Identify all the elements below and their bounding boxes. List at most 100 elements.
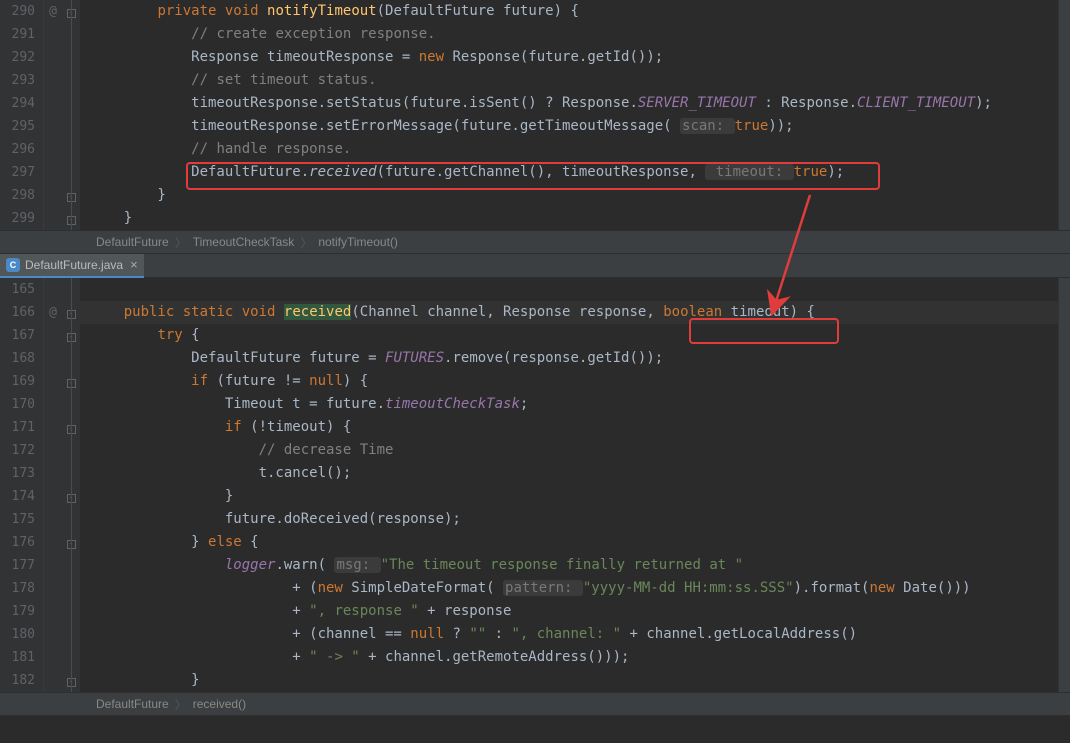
line-number[interactable]: 168 xyxy=(0,347,44,370)
fold-gutter[interactable] xyxy=(62,554,80,577)
code-content[interactable]: // handle response. xyxy=(80,138,1070,161)
code-line[interactable]: 293 // set timeout status. xyxy=(0,69,1070,92)
code-content[interactable]: Response timeoutResponse = new Response(… xyxy=(80,46,1070,69)
fold-gutter[interactable]: - xyxy=(62,324,80,347)
line-number[interactable]: 178 xyxy=(0,577,44,600)
code-content[interactable]: } xyxy=(80,485,1070,508)
code-line[interactable]: 165 xyxy=(0,278,1070,301)
fold-gutter[interactable] xyxy=(62,623,80,646)
close-icon[interactable]: × xyxy=(130,257,138,272)
editor-tab[interactable]: C DefaultFuture.java × xyxy=(0,254,144,278)
fold-gutter[interactable]: - xyxy=(62,531,80,554)
fold-gutter[interactable] xyxy=(62,92,80,115)
code-content[interactable] xyxy=(80,278,1070,301)
code-line[interactable]: 174- } xyxy=(0,485,1070,508)
code-content[interactable]: + (channel == null ? "" : ", channel: " … xyxy=(80,623,1070,646)
line-number[interactable]: 297 xyxy=(0,161,44,184)
code-line[interactable]: 173 t.cancel(); xyxy=(0,462,1070,485)
code-content[interactable]: logger.warn( msg: "The timeout response … xyxy=(80,554,1070,577)
fold-gutter[interactable] xyxy=(62,347,80,370)
line-number[interactable]: 165 xyxy=(0,278,44,301)
fold-gutter[interactable]: - xyxy=(62,184,80,207)
code-content[interactable]: DefaultFuture future = FUTURES.remove(re… xyxy=(80,347,1070,370)
breadcrumb-item[interactable]: DefaultFuture xyxy=(90,697,175,711)
code-content[interactable]: Timeout t = future.timeoutCheckTask; xyxy=(80,393,1070,416)
code-line[interactable]: 169- if (future != null) { xyxy=(0,370,1070,393)
code-line[interactable]: 297 DefaultFuture.received(future.getCha… xyxy=(0,161,1070,184)
code-content[interactable]: // set timeout status. xyxy=(80,69,1070,92)
code-line[interactable]: 295 timeoutResponse.setErrorMessage(futu… xyxy=(0,115,1070,138)
line-number[interactable]: 172 xyxy=(0,439,44,462)
line-number[interactable]: 173 xyxy=(0,462,44,485)
code-line[interactable]: 294 timeoutResponse.setStatus(future.isS… xyxy=(0,92,1070,115)
code-line[interactable]: 176- } else { xyxy=(0,531,1070,554)
fold-gutter[interactable] xyxy=(62,439,80,462)
code-content[interactable]: timeoutResponse.setErrorMessage(future.g… xyxy=(80,115,1070,138)
fold-gutter[interactable] xyxy=(62,508,80,531)
fold-gutter[interactable] xyxy=(62,577,80,600)
breadcrumb-item[interactable]: TimeoutCheckTask xyxy=(187,235,301,249)
line-number[interactable]: 167 xyxy=(0,324,44,347)
line-number[interactable]: 182 xyxy=(0,669,44,692)
line-number[interactable]: 293 xyxy=(0,69,44,92)
line-number[interactable]: 295 xyxy=(0,115,44,138)
fold-gutter[interactable]: - xyxy=(62,416,80,439)
breadcrumb-bottom[interactable]: DefaultFuture〉received() xyxy=(0,692,1070,716)
breadcrumb-top[interactable]: DefaultFuture〉TimeoutCheckTask〉notifyTim… xyxy=(0,230,1070,254)
breadcrumb-item[interactable]: received() xyxy=(187,697,252,711)
line-number[interactable]: 171 xyxy=(0,416,44,439)
fold-gutter[interactable] xyxy=(62,115,80,138)
code-line[interactable]: 296 // handle response. xyxy=(0,138,1070,161)
code-content[interactable]: // create exception response. xyxy=(80,23,1070,46)
code-content[interactable]: } xyxy=(80,669,1070,692)
line-number[interactable]: 175 xyxy=(0,508,44,531)
fold-gutter[interactable]: - xyxy=(62,0,80,23)
code-line[interactable]: 168 DefaultFuture future = FUTURES.remov… xyxy=(0,347,1070,370)
code-content[interactable]: DefaultFuture.received(future.getChannel… xyxy=(80,161,1070,184)
code-content[interactable]: + ", response " + response xyxy=(80,600,1070,623)
line-number[interactable]: 180 xyxy=(0,623,44,646)
code-content[interactable]: try { xyxy=(80,324,1070,347)
code-content[interactable]: private void notifyTimeout(DefaultFuture… xyxy=(80,0,1070,23)
breadcrumb-item[interactable]: DefaultFuture xyxy=(90,235,175,249)
fold-gutter[interactable] xyxy=(62,600,80,623)
code-line[interactable]: 172 // decrease Time xyxy=(0,439,1070,462)
code-line[interactable]: 182- } xyxy=(0,669,1070,692)
code-line[interactable]: 179 + ", response " + response xyxy=(0,600,1070,623)
fold-gutter[interactable] xyxy=(62,278,80,301)
line-number[interactable]: 294 xyxy=(0,92,44,115)
line-number[interactable]: 177 xyxy=(0,554,44,577)
code-content[interactable]: t.cancel(); xyxy=(80,462,1070,485)
code-content[interactable]: } xyxy=(80,207,1070,230)
code-content[interactable]: if (future != null) { xyxy=(80,370,1070,393)
code-content[interactable]: future.doReceived(response); xyxy=(80,508,1070,531)
line-number[interactable]: 179 xyxy=(0,600,44,623)
line-number[interactable]: 166 xyxy=(0,301,44,324)
code-line[interactable]: 177 logger.warn( msg: "The timeout respo… xyxy=(0,554,1070,577)
code-line[interactable]: 166@- public static void received(Channe… xyxy=(0,301,1070,324)
line-number[interactable]: 169 xyxy=(0,370,44,393)
line-number[interactable]: 174 xyxy=(0,485,44,508)
code-line[interactable]: 175 future.doReceived(response); xyxy=(0,508,1070,531)
code-content[interactable]: } else { xyxy=(80,531,1070,554)
code-content[interactable]: + " -> " + channel.getRemoteAddress())); xyxy=(80,646,1070,669)
fold-gutter[interactable] xyxy=(62,161,80,184)
line-number[interactable]: 291 xyxy=(0,23,44,46)
fold-gutter[interactable] xyxy=(62,462,80,485)
fold-gutter[interactable]: - xyxy=(62,669,80,692)
fold-gutter[interactable] xyxy=(62,69,80,92)
code-line[interactable]: 290@- private void notifyTimeout(Default… xyxy=(0,0,1070,23)
code-line[interactable]: 181 + " -> " + channel.getRemoteAddress(… xyxy=(0,646,1070,669)
line-number[interactable]: 170 xyxy=(0,393,44,416)
code-line[interactable]: 291 // create exception response. xyxy=(0,23,1070,46)
line-number[interactable]: 298 xyxy=(0,184,44,207)
code-line[interactable]: 167- try { xyxy=(0,324,1070,347)
line-number[interactable]: 290 xyxy=(0,0,44,23)
fold-gutter[interactable] xyxy=(62,138,80,161)
fold-gutter[interactable] xyxy=(62,393,80,416)
code-line[interactable]: 171- if (!timeout) { xyxy=(0,416,1070,439)
line-number[interactable]: 296 xyxy=(0,138,44,161)
line-number[interactable]: 176 xyxy=(0,531,44,554)
fold-gutter[interactable]: - xyxy=(62,485,80,508)
code-content[interactable]: timeoutResponse.setStatus(future.isSent(… xyxy=(80,92,1070,115)
